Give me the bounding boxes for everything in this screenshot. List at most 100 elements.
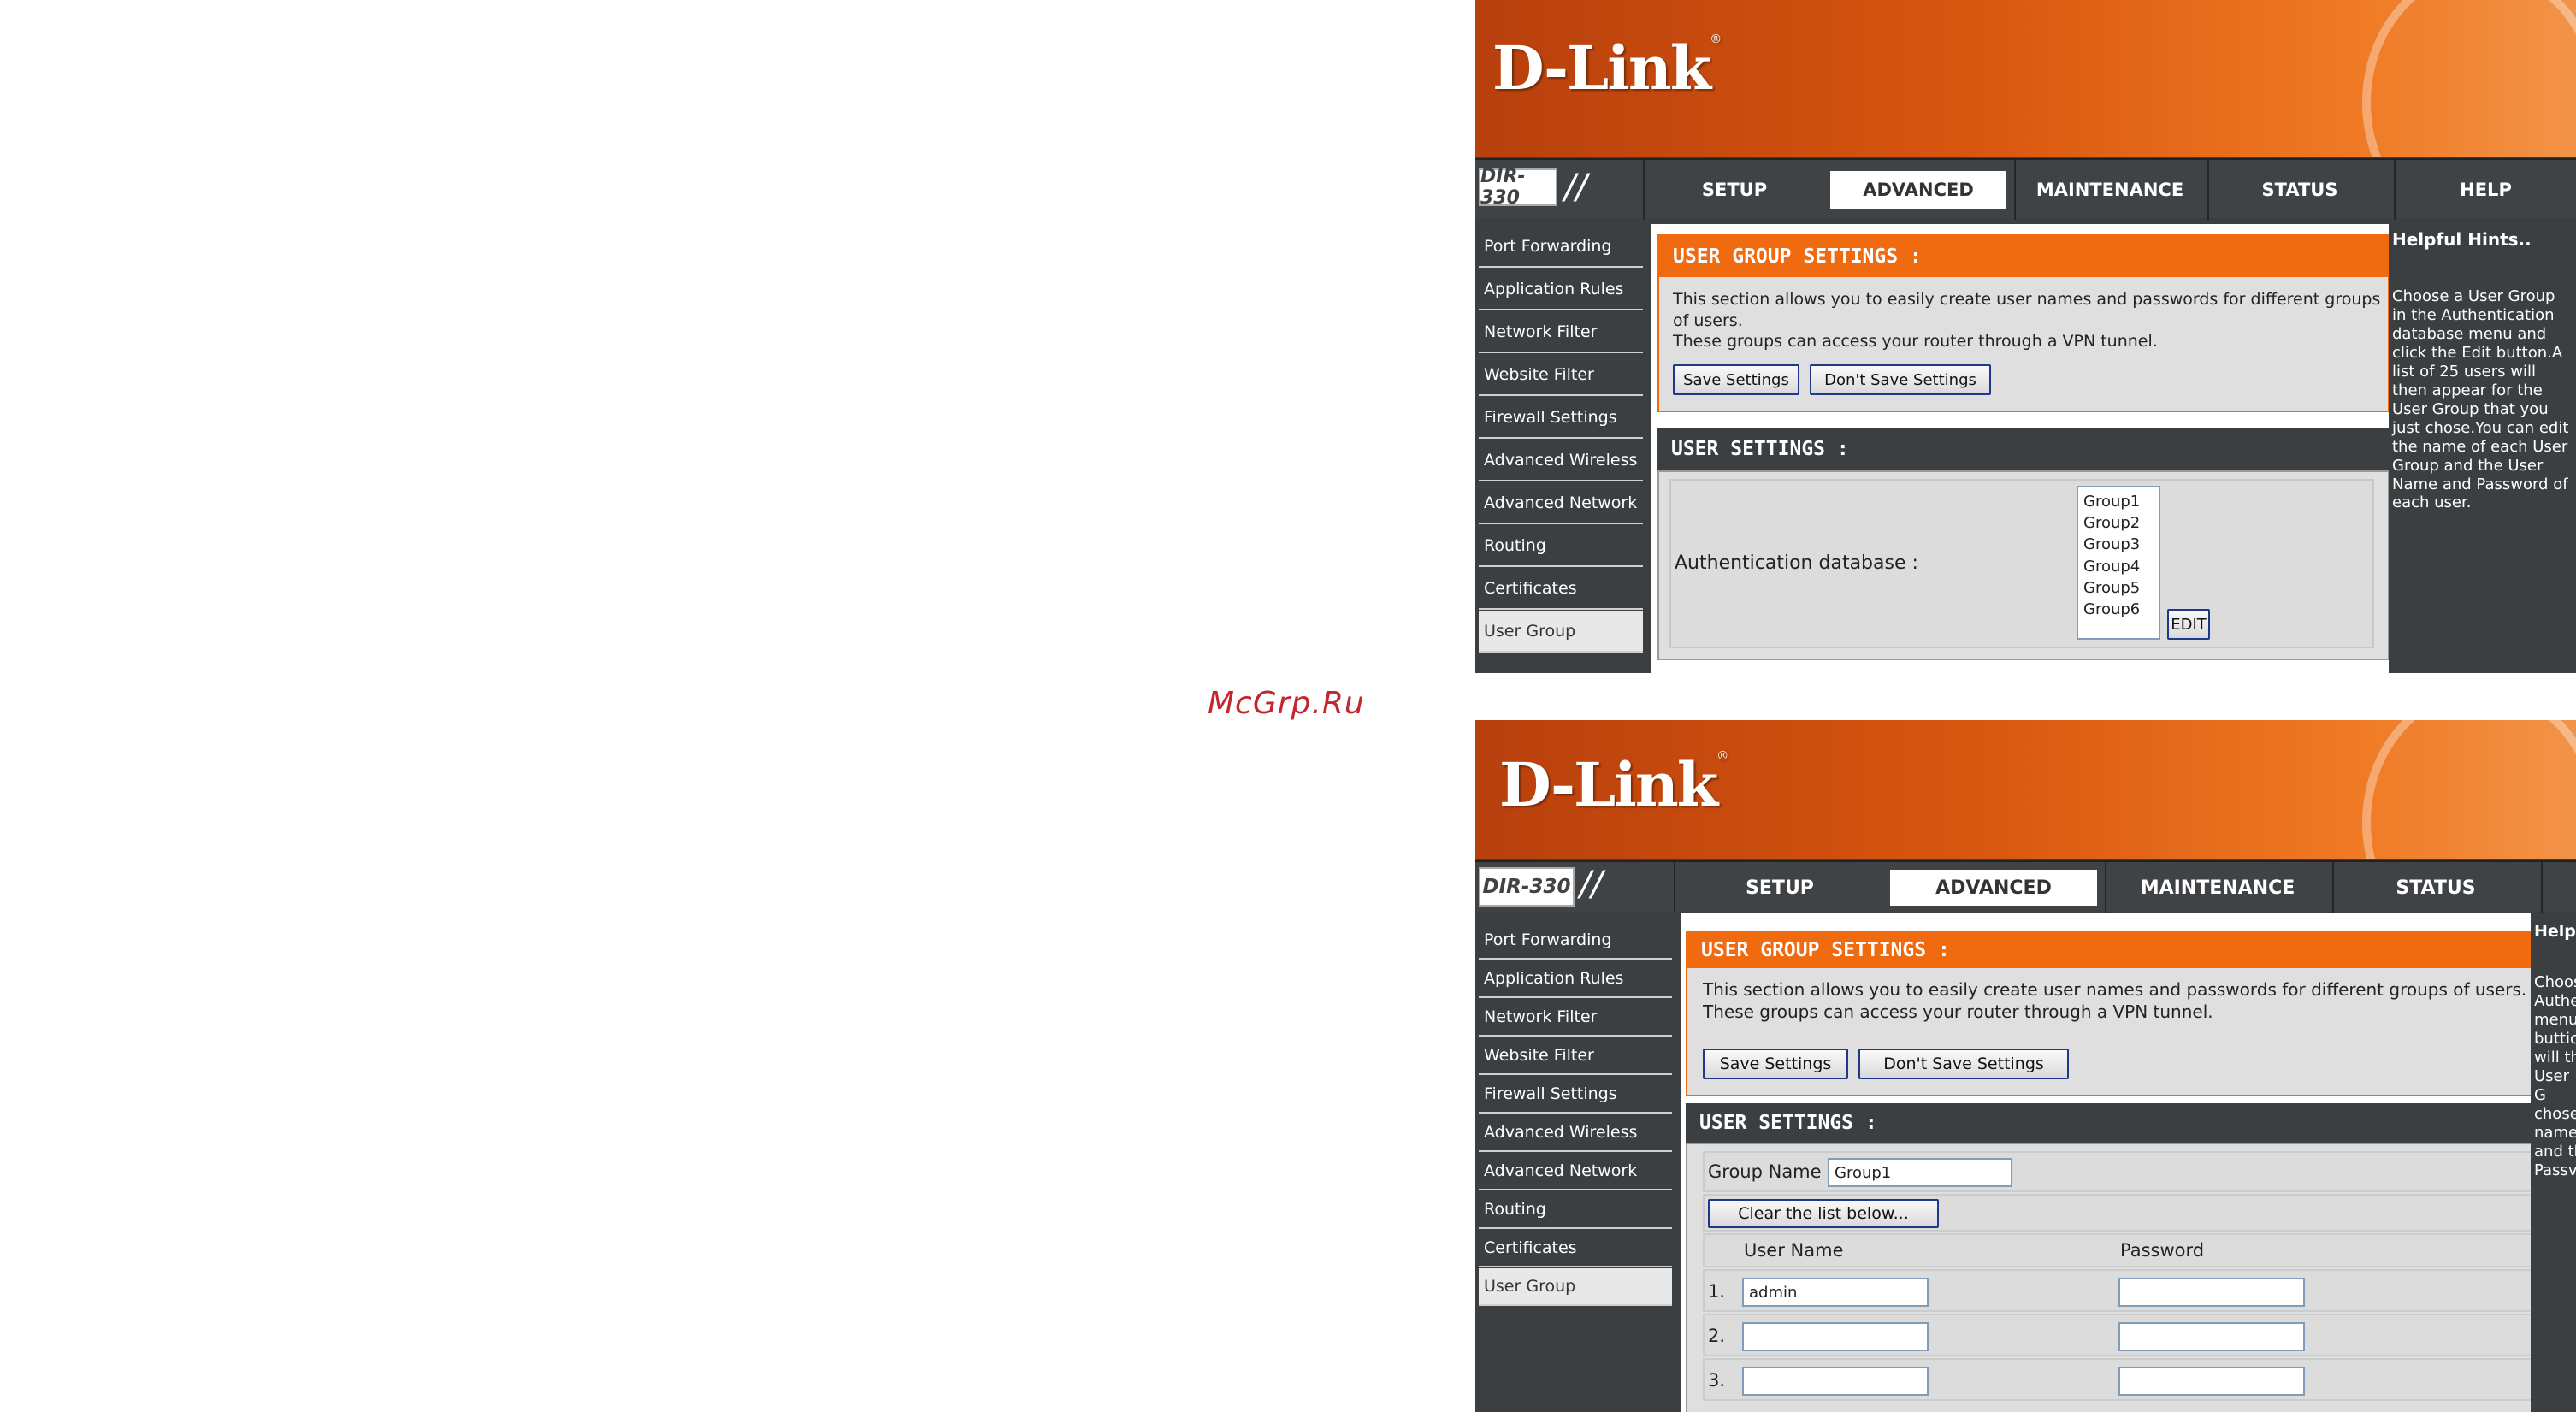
description-line-1: This section allows you to easily create… [1673, 290, 2381, 330]
clear-list-button[interactable]: Clear the list below... [1708, 1199, 1939, 1228]
hints-title: Helpful Hints.. [2392, 229, 2532, 250]
hint-fragment: Passv [2534, 1161, 2576, 1179]
group-settings-description: This section allows you to easily create… [1673, 289, 2383, 352]
auth-database-listbox[interactable]: Group1 Group2 Group3 Group4 Group5 Group… [2077, 486, 2160, 640]
sidebar-item-advanced-network[interactable]: Advanced Network [1479, 1153, 1672, 1190]
sidebar-item-advanced-wireless[interactable]: Advanced Wireless [1479, 440, 1643, 481]
save-settings-button[interactable]: Save Settings [1703, 1049, 1848, 1079]
tab-advanced[interactable]: ADVANCED [1828, 168, 2009, 211]
group-settings-title: USER GROUP SETTINGS : [1659, 236, 2388, 277]
hint-fragment: and th [2534, 1142, 2576, 1161]
tab-setup[interactable]: SETUP [1643, 160, 1824, 220]
tab-setup[interactable]: SETUP [1674, 862, 1884, 913]
edit-button[interactable]: EDIT [2167, 609, 2210, 640]
hint-fragment: buttic [2534, 1029, 2576, 1048]
hint-fragment: Choos [2534, 973, 2576, 991]
user-name-field[interactable]: admin [1742, 1278, 1929, 1307]
header-banner: D-Link® [1475, 0, 2576, 157]
sidebar-item-firewall-settings[interactable]: Firewall Settings [1479, 398, 1643, 439]
slash-decoration: // [1580, 865, 1603, 904]
content-area: USER GROUP SETTINGS : This section allow… [1681, 913, 2570, 1412]
list-item[interactable]: Group3 [2083, 534, 2154, 555]
top-nav: DIR-330 // SETUP ADVANCED MAINTENANCE ST… [1475, 158, 2576, 220]
save-settings-button[interactable]: Save Settings [1673, 364, 1799, 395]
hint-fragment: name [2534, 1123, 2576, 1142]
sidebar-item-user-group[interactable]: User Group [1479, 611, 1643, 653]
helpful-hints-panel: Helpful Hints.. Choose a User Group in t… [2389, 224, 2576, 673]
sidebar-item-network-filter[interactable]: Network Filter [1479, 999, 1672, 1037]
user-settings-title: USER SETTINGS : [1657, 428, 2390, 470]
row-number: 2. [1708, 1326, 1726, 1346]
group-name-row: Group Name : Group1 [1703, 1151, 2543, 1192]
model-badge: DIR-330 [1479, 166, 1557, 209]
hints-title: Help [2534, 922, 2576, 941]
user-table-header: User Name Password [1703, 1233, 2543, 1267]
hint-fragment: menu [2534, 1010, 2576, 1029]
user-settings-panel: Group Name : Group1 Clear the list below… [1686, 1143, 2556, 1412]
sidebar-item-application-rules[interactable]: Application Rules [1479, 960, 1672, 998]
sidebar-item-routing[interactable]: Routing [1479, 526, 1643, 567]
auth-database-label: Authentication database : [1675, 552, 1918, 574]
row-number: 3. [1708, 1370, 1726, 1391]
sidebar-item-port-forwarding[interactable]: Port Forwarding [1479, 922, 1672, 960]
sidebar-item-advanced-wireless[interactable]: Advanced Wireless [1479, 1114, 1672, 1152]
user-settings-panel: Authentication database : Group1 Group2 … [1657, 470, 2390, 660]
user-name-field[interactable] [1742, 1322, 1929, 1351]
auth-row: Authentication database : Group1 Group2 … [1669, 479, 2374, 648]
tab-status[interactable]: STATUS [2207, 160, 2390, 220]
group-settings-description: This section allows you to easily create… [1703, 978, 2549, 1023]
list-item[interactable]: Group6 [2083, 599, 2154, 620]
description-line-2: These groups can access your router thro… [1673, 332, 2158, 352]
password-field[interactable] [2118, 1322, 2305, 1351]
sidebar-item-certificates[interactable]: Certificates [1479, 569, 1643, 610]
dont-save-settings-button[interactable]: Don't Save Settings [1858, 1049, 2069, 1079]
user-name-field[interactable] [1742, 1367, 1929, 1396]
router-screenshot-bottom: D-Link® DIR-330 // SETUP ADVANCED MAINTE… [1475, 720, 2576, 1412]
group-settings-panel: USER GROUP SETTINGS : This section allow… [1657, 234, 2390, 412]
sidebar-item-routing[interactable]: Routing [1479, 1191, 1672, 1229]
slash-decoration: // [1564, 168, 1587, 207]
hint-fragment: chose [2534, 1104, 2576, 1123]
list-item[interactable]: Group4 [2083, 556, 2154, 577]
list-item[interactable]: Group5 [2083, 577, 2154, 599]
sidebar-item-network-filter[interactable]: Network Filter [1479, 312, 1643, 353]
helpful-hints-panel: Help Choos Authe menu buttic will th Use… [2531, 913, 2576, 1412]
sidebar-item-firewall-settings[interactable]: Firewall Settings [1479, 1076, 1672, 1114]
dlink-logo: D-Link® [1499, 749, 1728, 820]
sidebar-item-website-filter[interactable]: Website Filter [1479, 1037, 1672, 1075]
tab-help-partial[interactable] [2541, 862, 2576, 913]
sidebar-item-advanced-network[interactable]: Advanced Network [1479, 483, 1643, 524]
hint-fragment: User G [2534, 1066, 2570, 1104]
group-settings-title: USER GROUP SETTINGS : [1687, 932, 2555, 968]
table-row: 3. [1703, 1358, 2543, 1401]
header-banner: D-Link® [1475, 720, 2576, 859]
description-line-2: These groups can access your router thro… [1703, 1001, 2213, 1022]
group-name-label: Group Name : [1708, 1161, 1834, 1182]
password-field[interactable] [2118, 1278, 2305, 1307]
list-item[interactable]: Group1 [2083, 491, 2154, 512]
clear-row: Clear the list below... [1703, 1194, 2543, 1232]
hint-fragment: Authe [2534, 991, 2576, 1010]
row-number: 1. [1708, 1281, 1726, 1302]
group-name-field[interactable]: Group1 [1828, 1158, 2012, 1187]
hints-body: Choos Authe menu buttic will th User G c… [2534, 973, 2576, 1179]
list-item[interactable]: Group2 [2083, 512, 2154, 534]
dont-save-settings-button[interactable]: Don't Save Settings [1810, 364, 1991, 395]
col-password: Password [2120, 1240, 2205, 1261]
tab-help[interactable]: HELP [2394, 160, 2576, 220]
content-area: USER GROUP SETTINGS : This section allow… [1651, 224, 2396, 673]
sidebar-item-website-filter[interactable]: Website Filter [1479, 355, 1643, 396]
router-screenshot-top: D-Link® DIR-330 // SETUP ADVANCED MAINTE… [1475, 0, 2576, 673]
sidebar-item-port-forwarding[interactable]: Port Forwarding [1479, 227, 1643, 268]
password-field[interactable] [2118, 1367, 2305, 1396]
user-settings-title: USER SETTINGS : [1686, 1103, 2556, 1143]
tab-status[interactable]: STATUS [2332, 862, 2538, 913]
hint-fragment: will th [2534, 1048, 2576, 1066]
sidebar-item-user-group[interactable]: User Group [1479, 1268, 1672, 1306]
tab-maintenance[interactable]: MAINTENANCE [2014, 160, 2204, 220]
sidebar-item-certificates[interactable]: Certificates [1479, 1230, 1672, 1267]
tab-maintenance[interactable]: MAINTENANCE [2105, 862, 2329, 913]
dlink-logo: D-Link® [1492, 32, 1722, 103]
tab-advanced[interactable]: ADVANCED [1888, 867, 2100, 908]
sidebar-item-application-rules[interactable]: Application Rules [1479, 269, 1643, 310]
